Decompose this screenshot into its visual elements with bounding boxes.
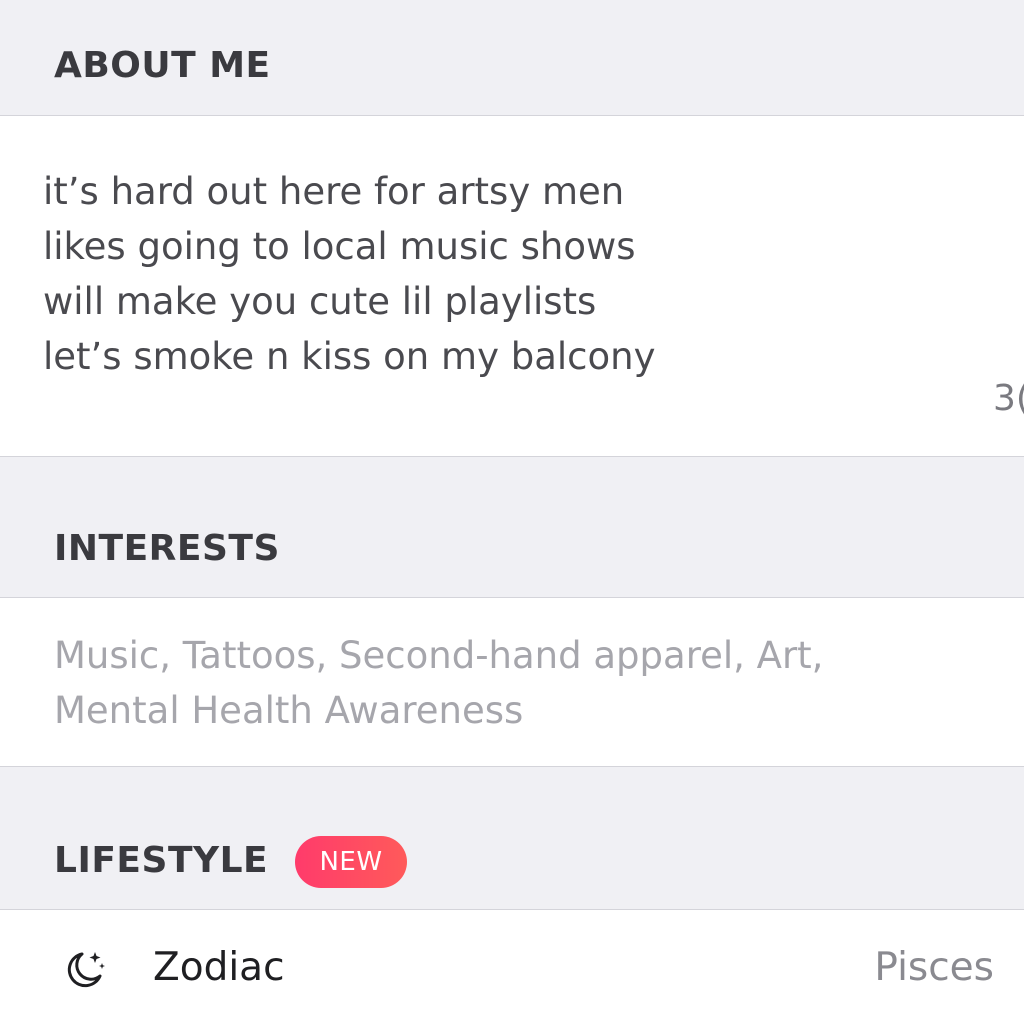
interests-field[interactable]: Music, Tattoos, Second-hand apparel, Art… [0,597,1024,767]
about-me-textarea[interactable]: it’s hard out here for artsy men likes g… [0,115,1024,457]
character-count: 3( [993,378,1024,419]
lifestyle-item-zodiac[interactable]: Zodiac Pisces [0,910,1024,1024]
moon-stars-icon [62,948,106,992]
zodiac-value: Pisces [874,945,994,990]
zodiac-label: Zodiac [153,945,285,990]
bio-text[interactable]: it’s hard out here for artsy men likes g… [43,164,656,384]
new-badge: NEW [295,836,407,888]
lifestyle-header: LIFESTYLE [0,767,1024,909]
about-me-header: ABOUT ME [0,0,1024,115]
about-me-title: ABOUT ME [54,45,271,86]
lifestyle-list: Zodiac Pisces [0,909,1024,1024]
profile-edit-page: ABOUT ME it’s hard out here for artsy me… [0,0,1024,1024]
lifestyle-title: LIFESTYLE [54,840,269,881]
interests-title: INTERESTS [54,528,280,569]
interests-text[interactable]: Music, Tattoos, Second-hand apparel, Art… [54,628,954,738]
interests-header: INTERESTS [0,457,1024,597]
